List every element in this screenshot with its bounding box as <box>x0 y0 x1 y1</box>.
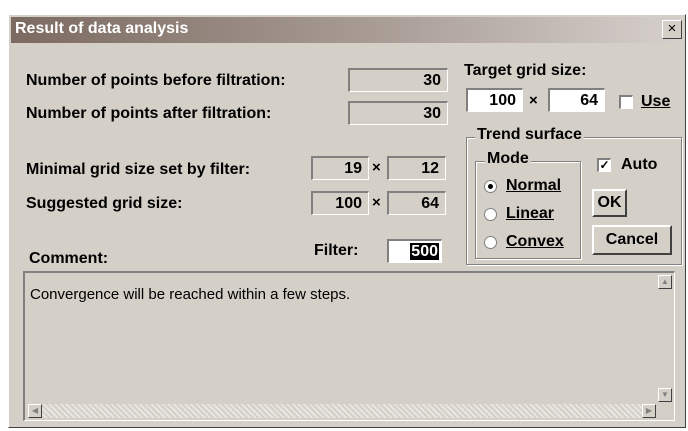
horizontal-scrollbar[interactable]: ◀ ▶ <box>28 404 656 418</box>
comment-text: Convergence will be reached within a few… <box>30 286 351 303</box>
left-arrow-icon[interactable]: ◀ <box>28 404 42 418</box>
suggested-grid-x-value: 100 <box>311 191 369 215</box>
filter-label: Filter: <box>314 242 359 259</box>
filter-input[interactable]: 500 <box>387 239 442 263</box>
suggested-grid-label: Suggested grid size: <box>26 195 183 212</box>
comment-textarea[interactable]: Convergence will be reached within a few… <box>23 271 675 421</box>
radio-linear[interactable] <box>484 208 497 221</box>
up-arrow-icon[interactable]: ▲ <box>658 275 672 289</box>
target-grid-x-input[interactable]: 100 <box>466 88 523 112</box>
points-after-label: Number of points after filtration: <box>26 105 272 122</box>
cancel-button[interactable]: Cancel <box>592 225 672 255</box>
window-title: Result of data analysis <box>15 20 189 37</box>
use-label: Use <box>641 93 670 111</box>
down-arrow-icon[interactable]: ▼ <box>658 388 672 402</box>
points-before-label: Number of points before filtration: <box>26 72 286 89</box>
close-button[interactable]: × <box>662 20 682 39</box>
convex-text: Convex <box>506 233 564 250</box>
filter-value: 500 <box>410 243 439 260</box>
target-grid-y-input[interactable]: 64 <box>548 88 605 112</box>
suggested-grid-y-value: 64 <box>387 191 446 215</box>
title-bar[interactable]: Result of data analysis × <box>11 17 683 43</box>
radio-normal-label[interactable]: Normal <box>506 177 561 195</box>
dialog-window: Result of data analysis × Number of poin… <box>8 14 686 428</box>
normal-text: Normal <box>506 177 562 194</box>
points-after-value: 30 <box>348 101 448 125</box>
target-grid-label: Target grid size: <box>464 62 587 79</box>
comment-label: Comment: <box>29 250 109 267</box>
trend-surface-title: Trend surface <box>475 126 584 144</box>
use-checkbox[interactable] <box>619 95 633 109</box>
times-sign: × <box>372 159 381 176</box>
radio-linear-label[interactable]: Linear <box>506 205 554 223</box>
use-label-text: Use <box>641 93 671 110</box>
min-grid-x-value: 19 <box>311 156 369 180</box>
auto-label: Auto <box>621 156 658 173</box>
radio-convex[interactable] <box>484 236 497 249</box>
right-arrow-icon[interactable]: ▶ <box>642 404 656 418</box>
linear-text: Linear <box>506 205 555 222</box>
times-sign: × <box>372 194 381 211</box>
times-sign: × <box>529 92 538 109</box>
min-grid-label: Minimal grid size set by filter: <box>26 161 251 178</box>
auto-checkbox[interactable]: ✓ <box>597 158 611 172</box>
ok-button[interactable]: OK <box>592 189 627 217</box>
min-grid-y-value: 12 <box>387 156 446 180</box>
vertical-scrollbar[interactable]: ▲ ▼ <box>658 275 672 402</box>
radio-convex-label[interactable]: Convex <box>506 233 564 251</box>
mode-title: Mode <box>485 150 531 168</box>
radio-normal[interactable] <box>484 180 497 193</box>
points-before-value: 30 <box>348 68 448 92</box>
